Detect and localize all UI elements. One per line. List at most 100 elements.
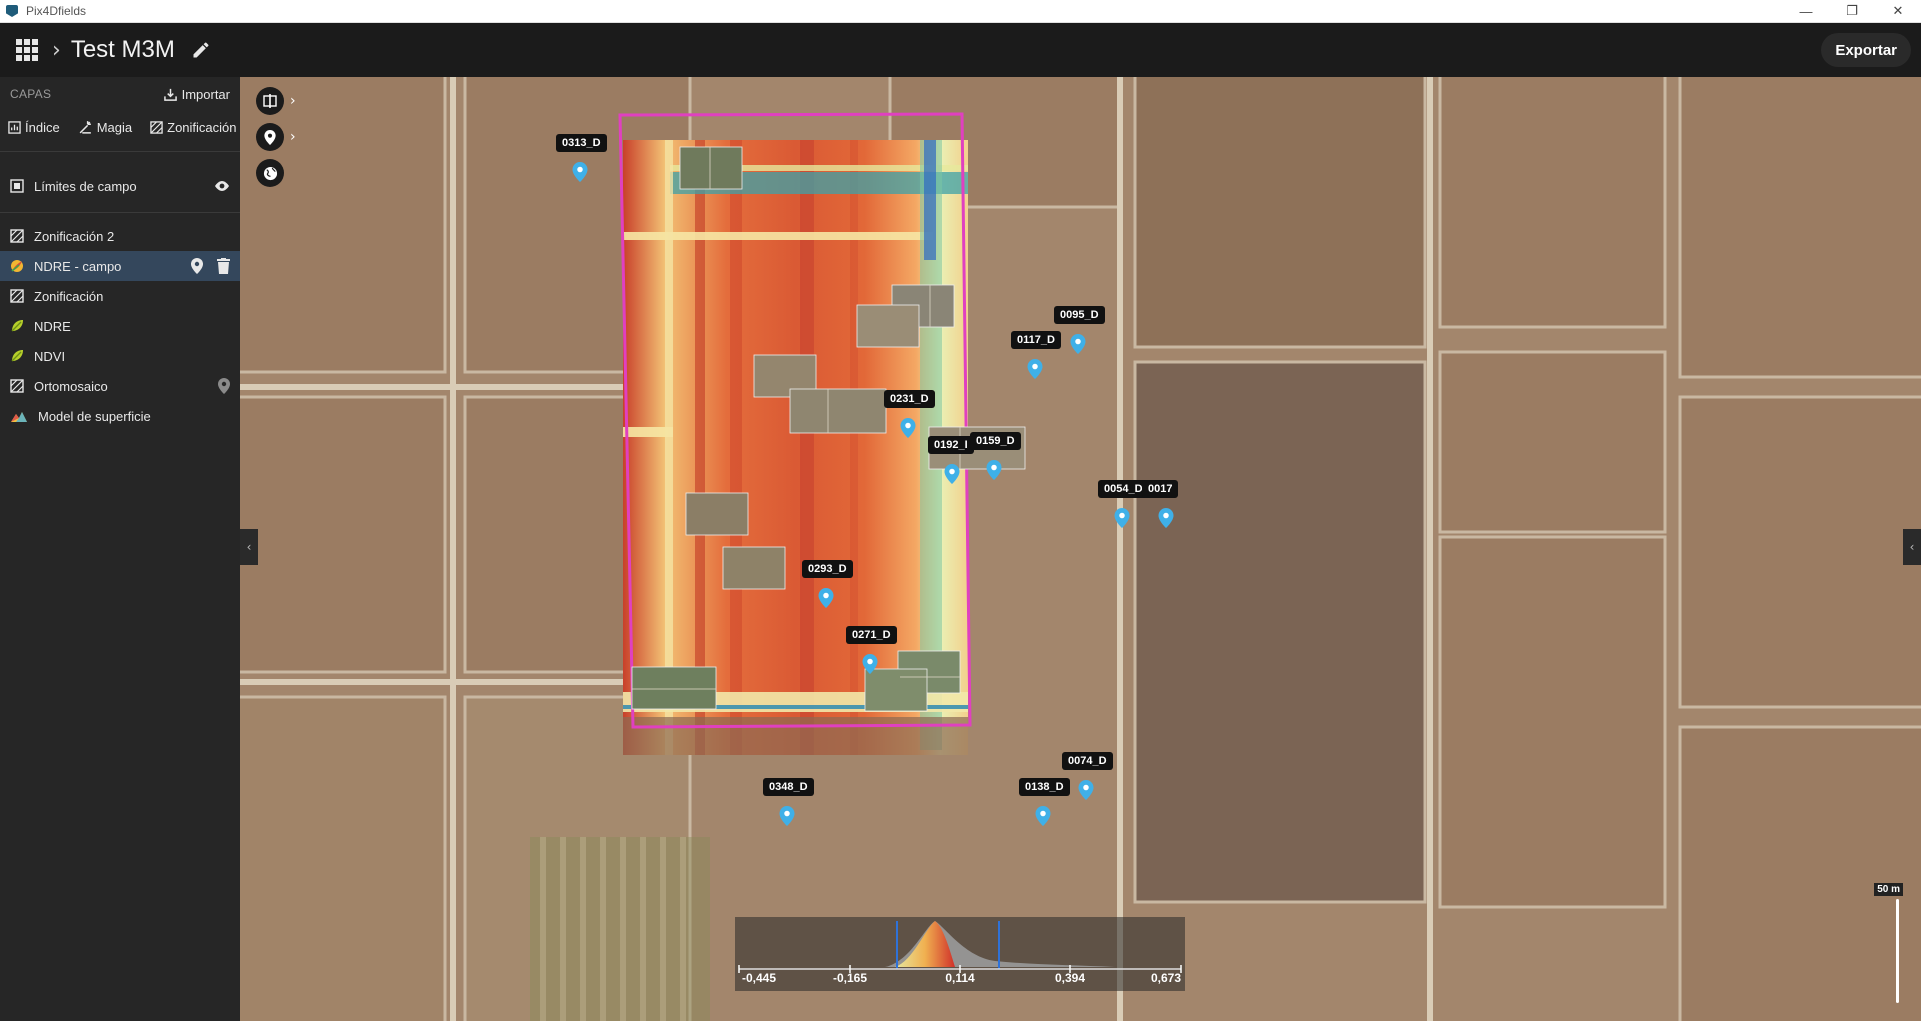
location-pin-icon[interactable] (256, 123, 284, 151)
chevron-right-icon: › (52, 37, 61, 63)
location-pin-icon[interactable] (1027, 359, 1043, 379)
location-pin-icon[interactable] (1070, 334, 1086, 354)
layer-field-boundaries[interactable]: Límites de campo (0, 160, 240, 212)
split-view-icon[interactable] (256, 87, 284, 115)
chevron-right-icon[interactable]: › (290, 129, 296, 145)
sample-pin-label[interactable]: 0159_D (970, 432, 1021, 450)
magic-tool-button[interactable]: Magia (78, 120, 132, 135)
index-tool-button[interactable]: Índice (8, 120, 60, 135)
layer-label: NDRE - campo (34, 258, 122, 274)
layer-orthomosaic[interactable]: Ortomosaico (0, 371, 240, 401)
location-pin-icon[interactable] (818, 588, 834, 608)
minimize-button[interactable]: — (1783, 0, 1829, 22)
map-scale-bar: 50 m (1871, 883, 1903, 1007)
project-title: Test M3M (70, 36, 175, 63)
sample-pin[interactable]: 0095_D (1054, 306, 1105, 359)
layer-label: Límites de campo (34, 178, 137, 194)
restore-button[interactable]: ❐ (1829, 0, 1875, 22)
window-title-bar: Pix4Dfields — ❐ ✕ (0, 0, 1921, 23)
basemap-tool[interactable] (256, 159, 296, 187)
zoning-icon (10, 379, 24, 393)
sample-pin[interactable]: 0192_I (928, 436, 974, 489)
histogram-chart[interactable] (735, 917, 1185, 973)
sample-pin-label[interactable]: 0074_D (1062, 752, 1113, 770)
pencil-icon[interactable] (191, 40, 211, 60)
location-pin-icon[interactable] (1158, 508, 1174, 528)
sample-pin-label[interactable]: 0017 (1142, 480, 1179, 498)
sample-pin[interactable]: 0017 (1142, 480, 1179, 533)
location-pin-icon[interactable] (1114, 508, 1130, 528)
sample-pin[interactable]: 0231_D (884, 390, 935, 443)
sample-pin-label[interactable]: 0348_D (763, 778, 814, 796)
sample-pin[interactable]: 0117_D (1011, 331, 1061, 384)
layer-label: NDRE (34, 318, 71, 334)
boundary-icon (10, 179, 24, 193)
layers-sidebar: CAPAS Importar Índice Magia Zonificación… (0, 77, 240, 1021)
layer-ndre-campo[interactable]: NDRE - campo (0, 251, 240, 281)
sample-pin-label[interactable]: 0095_D (1054, 306, 1105, 324)
import-button[interactable]: Importar (163, 87, 230, 102)
sample-pin[interactable]: 0138_D (1019, 778, 1070, 831)
location-pin-icon[interactable] (191, 258, 203, 274)
location-pin-icon[interactable] (779, 806, 795, 826)
index-icon (8, 120, 21, 134)
location-pin-icon[interactable] (1035, 806, 1051, 826)
sample-pin[interactable]: 0271_D (846, 626, 897, 679)
index-tool-label: Índice (25, 119, 60, 135)
compare-tool[interactable]: › (256, 87, 296, 115)
index-legend-histogram[interactable]: -0,445 -0,165 0,114 0,394 0,673 (735, 917, 1185, 991)
sample-pin[interactable]: 0054_D (1098, 480, 1149, 533)
map-view[interactable]: › › 0313_D 0095_D 0117_D 0231_D 0192_I 0159_D… (240, 77, 1921, 1021)
location-pin-icon[interactable] (944, 464, 960, 484)
layer-zoning[interactable]: Zonificación (0, 281, 240, 311)
layer-ndre[interactable]: NDRE (0, 311, 240, 341)
marker-tool[interactable]: › (256, 123, 296, 151)
location-pin-icon[interactable] (1078, 780, 1094, 800)
trash-icon[interactable] (217, 258, 230, 274)
sample-pin-label[interactable]: 0293_D (802, 560, 853, 578)
sample-pin-label[interactable]: 0192_I (928, 436, 974, 454)
zoning-tool-button[interactable]: Zonificación (150, 120, 237, 135)
sample-pin[interactable]: 0313_D (556, 134, 607, 187)
export-button[interactable]: Exportar (1821, 33, 1911, 67)
close-window-button[interactable]: ✕ (1875, 0, 1921, 22)
collapse-sidebar-tab[interactable]: ‹ (240, 529, 258, 565)
legend-tick: -0,165 (832, 971, 868, 985)
zoning-icon (10, 229, 24, 243)
layer-label: Zonificación 2 (34, 228, 115, 244)
layer-label: Ortomosaico (34, 378, 108, 394)
sample-pin[interactable]: 0159_D (970, 432, 1021, 485)
sample-pin-label[interactable]: 0231_D (884, 390, 935, 408)
sample-pin-label[interactable]: 0313_D (556, 134, 607, 152)
legend-tick: 0,114 (945, 971, 975, 985)
location-pin-icon[interactable] (572, 162, 588, 182)
globe-icon[interactable] (256, 159, 284, 187)
app-logo-icon (6, 5, 18, 17)
location-pin-icon[interactable] (862, 654, 878, 674)
eye-icon[interactable] (214, 180, 230, 192)
chevron-right-icon[interactable]: › (290, 93, 296, 109)
sample-pin[interactable]: 0348_D (763, 778, 814, 831)
sample-pin-label[interactable]: 0117_D (1011, 331, 1061, 349)
zoning-icon (10, 289, 24, 303)
layer-zoning-2[interactable]: Zonificación 2 (0, 221, 240, 251)
layer-label: Zonificación (34, 288, 104, 304)
location-pin-icon[interactable] (218, 378, 230, 394)
sample-pin[interactable]: 0074_D (1062, 752, 1113, 805)
apps-grid-icon[interactable] (16, 39, 38, 61)
sample-pin-label[interactable]: 0054_D (1098, 480, 1149, 498)
sample-pin-label[interactable]: 0271_D (846, 626, 897, 644)
layer-label: Model de superficie (38, 408, 151, 424)
location-pin-icon[interactable] (900, 418, 916, 438)
layer-ndvi[interactable]: NDVI (0, 341, 240, 371)
sample-pin[interactable]: 0293_D (802, 560, 853, 613)
expand-right-panel-tab[interactable]: ‹ (1903, 529, 1921, 565)
magic-tool-label: Magia (96, 119, 133, 135)
aerial-map[interactable] (240, 77, 1921, 1021)
layer-surface-model[interactable]: Model de superficie (0, 401, 240, 431)
location-pin-icon[interactable] (986, 460, 1002, 480)
sample-pin-label[interactable]: 0138_D (1019, 778, 1070, 796)
leaf-icon (11, 320, 23, 332)
zoning-icon (150, 120, 163, 134)
layers-section-title: CAPAS (10, 87, 52, 101)
